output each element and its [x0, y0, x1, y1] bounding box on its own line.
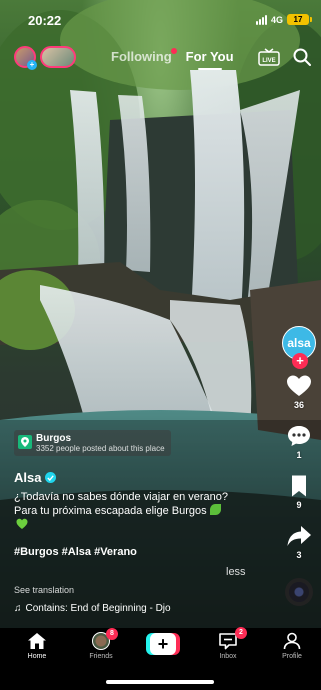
action-rail: alsa + 36 1 9 3 [281, 326, 317, 606]
like-count: 36 [293, 400, 304, 410]
tab-profile-label: Profile [282, 653, 302, 660]
tab-friends[interactable]: 8 Friends [76, 628, 126, 660]
tab-following-label: Following [111, 49, 172, 64]
share-count: 3 [296, 550, 302, 560]
tab-inbox-label: Inbox [219, 653, 237, 660]
signal-icon [255, 14, 267, 25]
video-frame[interactable] [0, 0, 321, 628]
music-disc-icon[interactable] [285, 578, 313, 606]
inbox-icon-wrap: 2 [218, 627, 247, 650]
comment-button[interactable]: 1 [286, 424, 312, 460]
tab-following[interactable]: Following [111, 48, 177, 64]
live-label: LIVE [262, 58, 275, 64]
waterfall-scene [0, 0, 321, 628]
comment-icon [288, 426, 310, 446]
leaf-emoji-icon [209, 504, 221, 515]
music-note-icon: ♫ [14, 603, 22, 614]
location-pin-icon [18, 435, 32, 449]
live-avatars: + [14, 46, 76, 70]
profile-icon [283, 632, 301, 650]
plus-icon: + [150, 633, 176, 655]
see-translation-link[interactable]: See translation [14, 585, 74, 595]
hashtags[interactable]: #Burgos #Alsa #Verano [14, 546, 137, 558]
live-avatar-group[interactable] [40, 46, 76, 68]
friends-avatar: 8 [92, 628, 118, 650]
green-heart-emoji-icon [16, 518, 28, 529]
follow-button[interactable]: + [292, 353, 308, 369]
author-row[interactable]: Alsa [14, 470, 57, 485]
creator-avatar-logo: alsa [287, 336, 311, 350]
like-button[interactable]: 36 [286, 374, 312, 410]
creator-avatar[interactable]: alsa + [282, 326, 316, 369]
home-indicator [106, 680, 214, 684]
live-avatar[interactable]: + [14, 46, 37, 70]
tab-inbox[interactable]: 2 Inbox [203, 627, 253, 660]
new-content-dot [170, 48, 177, 54]
location-chip[interactable]: Burgos 3352 people posted about this pla… [14, 430, 171, 456]
status-indicators: 4G 17 [255, 14, 312, 25]
share-arrow-icon [287, 526, 311, 546]
search-icon[interactable] [293, 48, 311, 66]
tab-home[interactable]: Home [12, 632, 62, 660]
plus-icon: + [27, 60, 37, 70]
tab-create[interactable]: + [138, 632, 188, 655]
bookmark-button[interactable]: 9 [286, 474, 312, 510]
verified-badge-icon [45, 472, 57, 483]
network-label: 4G [270, 14, 283, 25]
location-subtitle: 3352 people posted about this place [36, 444, 165, 453]
feed-tabs: Following For You [111, 48, 234, 70]
status-bar: 20:22 4G 17 [0, 13, 321, 31]
friends-badge: 8 [106, 628, 118, 640]
inbox-badge: 2 [235, 627, 247, 639]
author-name[interactable]: Alsa [14, 470, 41, 485]
share-button[interactable]: 3 [286, 524, 312, 560]
caption-text: ¿Todavía no sabes dónde viajar en verano… [14, 490, 246, 518]
heart-icon [287, 375, 311, 396]
home-icon [28, 633, 46, 649]
music-title: Contains: End of Beginning - Djo [25, 603, 171, 614]
status-time: 20:22 [28, 13, 62, 28]
tab-home-label: Home [27, 653, 47, 660]
top-nav: + Following For You LIVE [0, 44, 321, 70]
create-button[interactable]: + [146, 633, 180, 655]
caption-less-toggle[interactable]: less [226, 566, 246, 578]
bookmark-icon [292, 475, 306, 497]
comment-count: 1 [296, 450, 302, 460]
music-row[interactable]: ♫ Contains: End of Beginning - Djo [14, 603, 171, 614]
location-name: Burgos [36, 433, 71, 444]
caption-body: ¿Todavía no sabes dónde viajar en verano… [14, 491, 229, 517]
live-tv-icon[interactable]: LIVE [258, 48, 280, 66]
bookmark-count: 9 [296, 500, 302, 510]
tab-friends-label: Friends [89, 653, 113, 660]
tab-for-you[interactable]: For You [186, 49, 234, 70]
battery-icon: 17 [287, 14, 312, 25]
tab-profile[interactable]: Profile [267, 632, 317, 660]
